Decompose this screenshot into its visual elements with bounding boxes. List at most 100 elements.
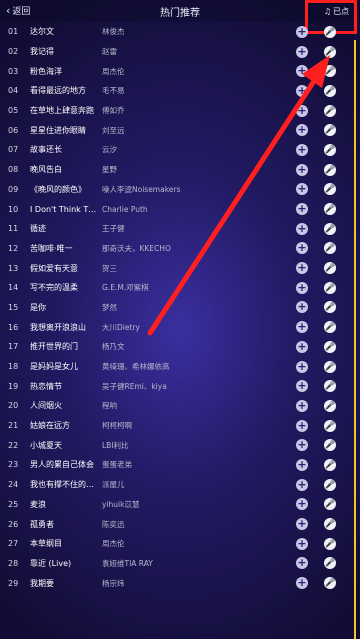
microphone-icon[interactable]: 🎤 — [324, 242, 336, 255]
plus-circle-icon[interactable]: + — [296, 84, 308, 97]
song-row[interactable]: 12 苦咖啡·唯一 那奇沃夫，KKECHO + 🎤 — [0, 239, 360, 259]
song-row[interactable]: 19 热恋情节 吴子健REmi、kiya + 🎤 — [0, 376, 360, 396]
song-row[interactable]: 16 我想离开浪浪山 大川Dietry + 🎤 — [0, 317, 360, 337]
song-artist: 王子健 — [102, 224, 125, 234]
plus-circle-icon[interactable]: + — [296, 478, 308, 491]
plus-circle-icon[interactable]: + — [296, 321, 308, 334]
plus-circle-icon[interactable]: + — [296, 399, 308, 412]
song-title: 写不完的温柔 — [30, 283, 78, 293]
microphone-icon[interactable]: 🎤 — [324, 222, 336, 235]
plus-circle-icon[interactable]: + — [296, 65, 308, 78]
plus-circle-icon[interactable]: + — [296, 537, 308, 550]
plus-circle-icon[interactable]: + — [296, 360, 308, 373]
microphone-icon[interactable]: 🎤 — [324, 45, 336, 58]
song-row[interactable]: 06 星星住进你眼睛 刘至远 + 🎤 — [0, 120, 360, 140]
song-row[interactable]: 13 假如爱有天意 贺三 + 🎤 — [0, 258, 360, 278]
microphone-icon[interactable]: 🎤 — [324, 340, 336, 353]
plus-circle-icon[interactable]: + — [296, 340, 308, 353]
microphone-icon[interactable]: 🎤 — [324, 419, 336, 432]
microphone-icon[interactable]: 🎤 — [324, 399, 336, 412]
plus-circle-icon[interactable]: + — [296, 222, 308, 235]
song-row[interactable]: 11 循迹 王子健 + 🎤 — [0, 219, 360, 239]
microphone-icon[interactable]: 🎤 — [324, 25, 336, 38]
song-number: 23 — [8, 460, 19, 470]
song-row[interactable]: 18 是妈妈是女儿 黄绮珊、希林娜依高 + 🎤 — [0, 357, 360, 377]
plus-circle-icon[interactable]: + — [296, 557, 308, 570]
microphone-icon[interactable]: 🎤 — [324, 281, 336, 294]
song-row[interactable]: 23 男人的累自己体会 蛋蛋老弟 + 🎤 — [0, 455, 360, 475]
microphone-icon[interactable]: 🎤 — [324, 203, 336, 216]
song-row[interactable]: 29 我期要 杨宗纬 + 🎤 — [0, 573, 360, 593]
microphone-icon[interactable]: 🎤 — [324, 360, 336, 373]
song-row[interactable]: 25 麦浪 yihuik苡慧 + 🎤 — [0, 495, 360, 515]
song-row[interactable]: 04 看得最远的地方 毛不易 + 🎤 — [0, 81, 360, 101]
plus-circle-icon[interactable]: + — [296, 163, 308, 176]
song-row[interactable]: 20 人间烟火 程响 + 🎤 — [0, 396, 360, 416]
plus-circle-icon[interactable]: + — [296, 380, 308, 393]
plus-circle-icon[interactable]: + — [296, 45, 308, 58]
microphone-icon[interactable]: 🎤 — [324, 163, 336, 176]
microphone-icon[interactable]: 🎤 — [324, 478, 336, 491]
plus-circle-icon[interactable]: + — [296, 419, 308, 432]
song-row[interactable]: 03 粉色海洋 周杰伦 + 🎤 — [0, 61, 360, 81]
microphone-icon[interactable]: 🎤 — [324, 143, 336, 156]
song-row[interactable]: 24 我也有撑不住的时... 派屋儿 + 🎤 — [0, 475, 360, 495]
song-row[interactable]: 02 我记得 赵雷 + 🎤 — [0, 42, 360, 62]
plus-circle-icon[interactable]: + — [296, 498, 308, 511]
plus-circle-icon[interactable]: + — [296, 104, 308, 117]
song-title: 人间烟火 — [30, 401, 62, 411]
song-artist: 林俊杰 — [102, 27, 125, 37]
plus-circle-icon[interactable]: + — [296, 439, 308, 452]
plus-circle-icon[interactable]: + — [296, 458, 308, 471]
microphone-icon[interactable]: 🎤 — [324, 104, 336, 117]
plus-circle-icon[interactable]: + — [296, 518, 308, 531]
microphone-icon[interactable]: 🎤 — [324, 458, 336, 471]
song-row[interactable]: 01 达尔文 林俊杰 + 🎤 — [0, 22, 360, 42]
microphone-icon[interactable]: 🎤 — [324, 183, 336, 196]
song-artist: 大川Dietry — [102, 322, 140, 332]
plus-circle-icon[interactable]: + — [296, 242, 308, 255]
plus-circle-icon[interactable]: + — [296, 25, 308, 38]
song-artist: 黄绮珊、希林娜依高 — [102, 362, 170, 372]
plus-circle-icon[interactable]: + — [296, 183, 308, 196]
microphone-icon[interactable]: 🎤 — [324, 537, 336, 550]
song-row[interactable]: 28 靠近 (Live) 袁娅维TIA RAY + 🎤 — [0, 554, 360, 574]
song-row[interactable]: 09 《晚风的颜色》 噪人李逵Noisemakers + 🎤 — [0, 180, 360, 200]
song-artist: 吴子健REmi、kiya — [102, 381, 167, 391]
song-row[interactable]: 21 姑娘在远方 柯柯柯啊 + 🎤 — [0, 416, 360, 436]
microphone-icon[interactable]: 🎤 — [324, 124, 336, 137]
plus-circle-icon[interactable]: + — [296, 301, 308, 314]
microphone-icon[interactable]: 🎤 — [324, 557, 336, 570]
song-row[interactable]: 14 写不完的温柔 G.E.M.邓紫棋 + 🎤 — [0, 278, 360, 298]
song-row[interactable]: 07 故事还长 云汐 + 🎤 — [0, 140, 360, 160]
microphone-icon[interactable]: 🎤 — [324, 518, 336, 531]
plus-circle-icon[interactable]: + — [296, 143, 308, 156]
song-row[interactable]: 26 孤勇者 陈奕迅 + 🎤 — [0, 514, 360, 534]
microphone-icon[interactable]: 🎤 — [324, 577, 336, 590]
song-row[interactable]: 08 晚风告白 星野 + 🎤 — [0, 160, 360, 180]
microphone-icon[interactable]: 🎤 — [324, 321, 336, 334]
microphone-icon[interactable]: 🎤 — [324, 380, 336, 393]
microphone-icon[interactable]: 🎤 — [324, 65, 336, 78]
microphone-icon[interactable]: 🎤 — [324, 262, 336, 275]
plus-circle-icon[interactable]: + — [296, 577, 308, 590]
scrollbar[interactable] — [354, 40, 356, 639]
plus-circle-icon[interactable]: + — [296, 262, 308, 275]
song-row[interactable]: 17 推开世界的门 杨乃文 + 🎤 — [0, 337, 360, 357]
song-title: 苦咖啡·唯一 — [30, 243, 73, 253]
song-title: 姑娘在远方 — [30, 421, 70, 431]
song-row[interactable]: 10 I Don't Think That...Charlie Puth + 🎤 — [0, 199, 360, 219]
microphone-icon[interactable]: 🎤 — [324, 498, 336, 511]
microphone-icon[interactable]: 🎤 — [324, 439, 336, 452]
song-row[interactable]: 27 本草纲目 周杰伦 + 🎤 — [0, 534, 360, 554]
chevron-left-icon: ‹ — [6, 4, 11, 17]
microphone-icon[interactable]: 🎤 — [324, 301, 336, 314]
back-button[interactable]: ‹ 返回 — [6, 4, 30, 17]
microphone-icon[interactable]: 🎤 — [324, 84, 336, 97]
plus-circle-icon[interactable]: + — [296, 124, 308, 137]
song-row[interactable]: 15 是你 梦然 + 🎤 — [0, 298, 360, 318]
plus-circle-icon[interactable]: + — [296, 281, 308, 294]
song-row[interactable]: 22 小城夏天 LBI利比 + 🎤 — [0, 435, 360, 455]
plus-circle-icon[interactable]: + — [296, 203, 308, 216]
song-row[interactable]: 05 在草地上肆意奔跑 傅如乔 + 🎤 — [0, 101, 360, 121]
